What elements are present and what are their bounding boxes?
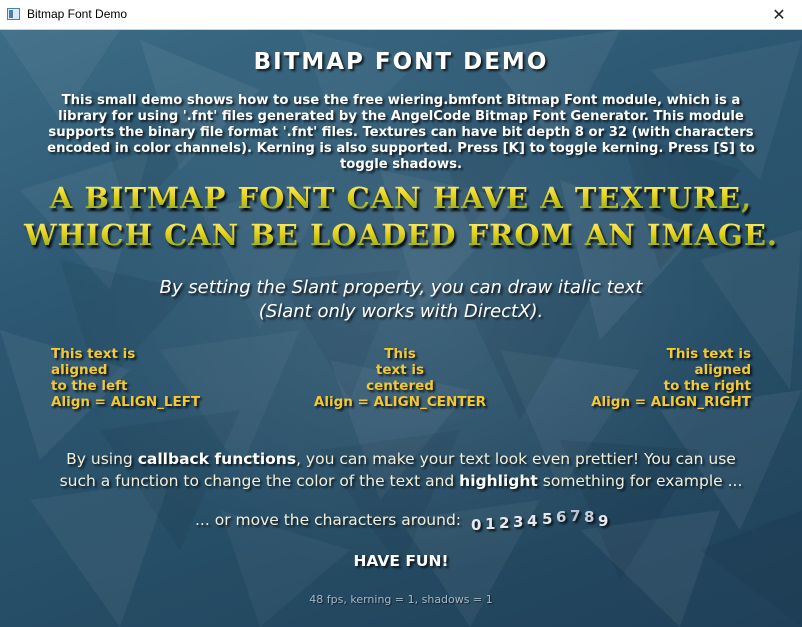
align-center-line: centered [366, 378, 434, 394]
window-title-bar: Bitmap Font Demo ✕ [0, 0, 802, 30]
moving-digit: 7 [570, 507, 581, 525]
align-center-block: This text is centered Align = ALIGN_CENT… [300, 346, 500, 410]
align-left-line: Align = ALIGN_LEFT [51, 394, 201, 410]
align-center-line: Align = ALIGN_CENTER [313, 394, 487, 410]
moving-digit: 1 [485, 515, 496, 533]
intro-paragraph: This small demo shows how to use the fre… [47, 93, 755, 172]
align-right-line: aligned [694, 362, 751, 378]
moving-digit: 9 [598, 512, 609, 530]
callback-text-line-1: By using callback functions, you can mak… [0, 448, 802, 470]
move-characters-row: ... or move the characters around: 0 1 2… [0, 507, 802, 536]
move-characters-text: ... or move the characters around: [195, 511, 462, 529]
have-fun-text: HAVE FUN! [353, 552, 449, 570]
align-right-block: This text is aligned to the right Align … [591, 346, 751, 410]
moving-digit: 6 [556, 508, 567, 526]
texture-banner-line-2: WHICH CAN BE LOADED FROM AN IMAGE. [0, 218, 802, 252]
window-title: Bitmap Font Demo [27, 7, 128, 21]
render-canvas: BITMAP FONT DEMO This small demo shows h… [0, 30, 802, 627]
align-left-line: to the left [51, 378, 128, 394]
demo-title: BITMAP FONT DEMO [253, 49, 549, 75]
moving-digit: 3 [513, 513, 524, 531]
callback-text: , you can make your text look even prett… [296, 450, 736, 468]
callback-text: By using [66, 450, 138, 468]
align-left-line: This text is [51, 346, 136, 362]
moving-digit: 4 [527, 512, 538, 530]
callback-text-line-2: such a function to change the color of t… [0, 470, 802, 492]
moving-digit: 5 [542, 510, 553, 528]
callback-text: such a function to change the color of t… [59, 472, 460, 490]
align-center-line: This [384, 346, 416, 362]
texture-banner-line-1: A BITMAP FONT CAN HAVE A TEXTURE, [0, 181, 802, 215]
align-right-line: This text is [666, 346, 751, 362]
slant-text-line-1: By setting the Slant property, you can d… [159, 277, 643, 298]
moving-digit: 0 [471, 516, 482, 534]
moving-digit: 2 [499, 514, 510, 532]
app-window-icon [7, 8, 20, 20]
fps-status: 48 fps, kerning = 1, shadows = 1 [309, 593, 493, 606]
slant-text-line-2: (Slant only works with DirectX). [258, 301, 544, 322]
moving-digit: 8 [584, 508, 595, 526]
callback-text: something for example ... [537, 472, 743, 490]
highlight-word: highlight [459, 472, 538, 490]
align-right-line: to the right [663, 378, 751, 394]
callback-highlight: callback functions [137, 450, 297, 468]
align-right-line: Align = ALIGN_RIGHT [591, 394, 751, 410]
close-button[interactable]: ✕ [756, 0, 802, 29]
align-center-line: text is [375, 362, 425, 378]
align-left-line: aligned [51, 362, 108, 378]
align-left-block: This text is aligned to the left Align =… [51, 346, 200, 410]
